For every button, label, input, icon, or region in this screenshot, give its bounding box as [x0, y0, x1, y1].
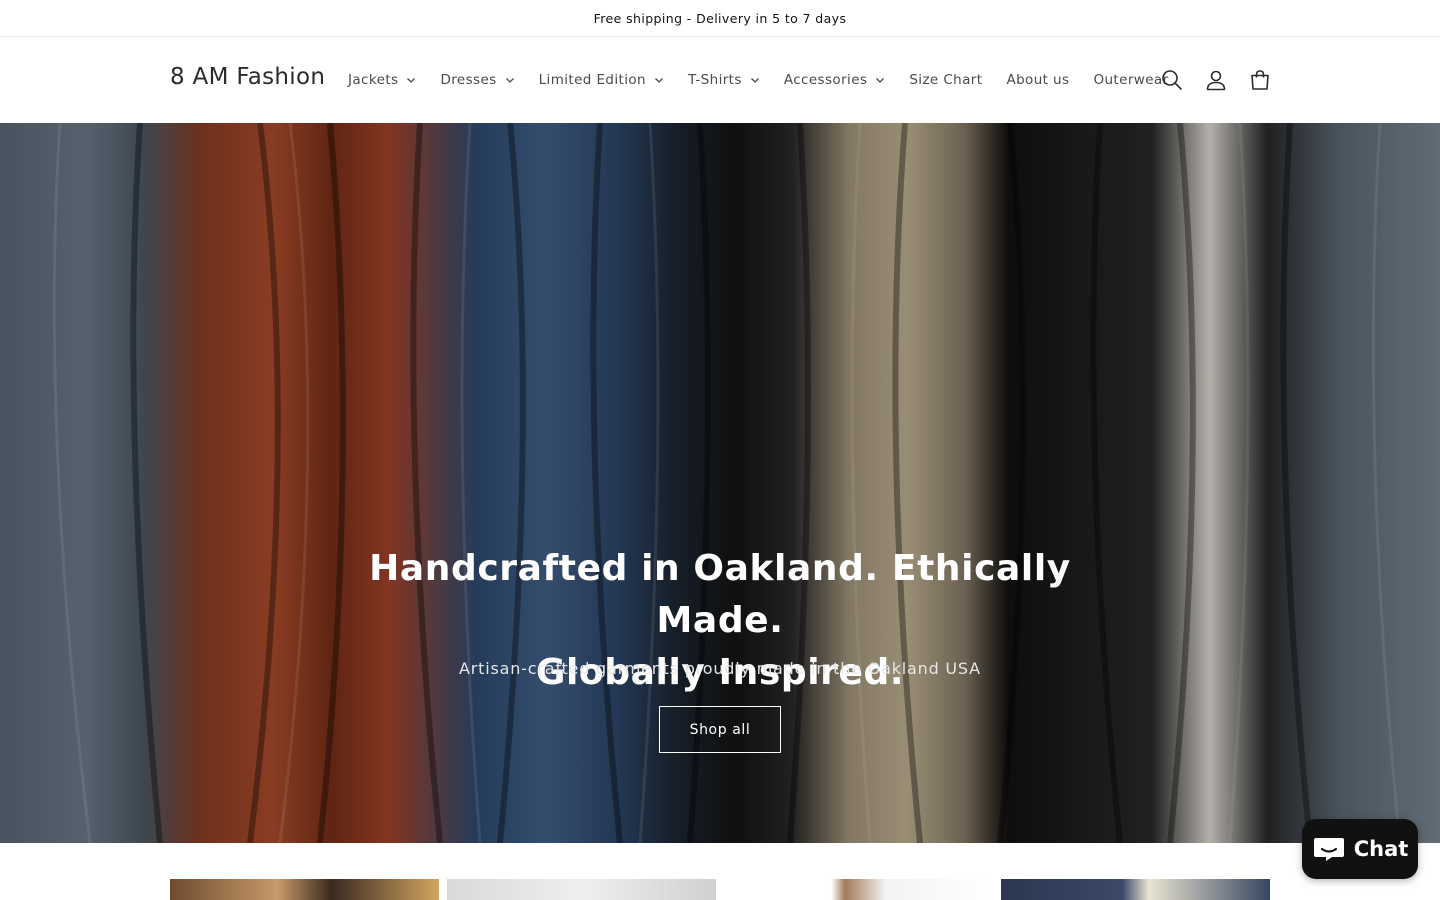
- account-icon[interactable]: [1194, 58, 1238, 102]
- shop-all-button[interactable]: Shop all: [659, 706, 781, 753]
- search-icon[interactable]: [1150, 58, 1194, 102]
- header-actions: [1150, 58, 1282, 102]
- nav-item-label: Size Chart: [909, 72, 983, 88]
- nav-item-jackets[interactable]: Jackets: [336, 72, 428, 88]
- nav-item-t-shirts[interactable]: T-Shirts: [676, 72, 772, 88]
- nav-item-label: Dresses: [440, 72, 497, 88]
- chat-bubble-icon: [1312, 835, 1346, 863]
- hero-banner: Handcrafted in Oakland. Ethically Made. …: [0, 123, 1440, 843]
- nav-item-label: Limited Edition: [538, 72, 646, 88]
- main-nav: Jackets Dresses Limited Edition T-Shirts…: [336, 68, 1181, 92]
- chevron-down-icon: [406, 75, 416, 85]
- chat-label: Chat: [1353, 837, 1409, 861]
- chevron-down-icon: [750, 75, 760, 85]
- chevron-down-icon: [654, 75, 664, 85]
- hero-title-line-1: Handcrafted in Oakland. Ethically Made.: [369, 548, 1071, 641]
- product-card-image[interactable]: [170, 879, 439, 900]
- chevron-down-icon: [505, 75, 515, 85]
- featured-collection: [0, 879, 1440, 900]
- nav-item-size-chart[interactable]: Size Chart: [897, 72, 994, 88]
- nav-item-label: T-Shirts: [687, 72, 742, 88]
- nav-item-label: Jackets: [348, 72, 399, 88]
- hero-subtitle: Artisan-crafted garments proudly made in…: [459, 659, 981, 678]
- site-header: 8 AM Fashion Jackets Dresses Limited Edi…: [0, 38, 1440, 123]
- nav-item-about-us[interactable]: About us: [994, 72, 1081, 88]
- nav-item-dresses[interactable]: Dresses: [428, 72, 526, 88]
- nav-item-label: About us: [1006, 72, 1070, 88]
- nav-item-limited-edition[interactable]: Limited Edition: [527, 72, 676, 88]
- cart-icon[interactable]: [1238, 58, 1282, 102]
- nav-item-accessories[interactable]: Accessories: [772, 72, 898, 88]
- announcement-bar: Free shipping - Delivery in 5 to 7 days: [0, 0, 1440, 37]
- store-logo[interactable]: 8 AM Fashion: [170, 64, 325, 90]
- product-card-image[interactable]: [447, 879, 716, 900]
- product-card-image[interactable]: [1001, 879, 1270, 900]
- product-card-image[interactable]: [724, 879, 993, 900]
- announcement-text: Free shipping - Delivery in 5 to 7 days: [593, 10, 847, 26]
- nav-item-label: Accessories: [783, 72, 868, 88]
- chat-button[interactable]: Chat: [1302, 819, 1418, 879]
- chevron-down-icon: [875, 75, 885, 85]
